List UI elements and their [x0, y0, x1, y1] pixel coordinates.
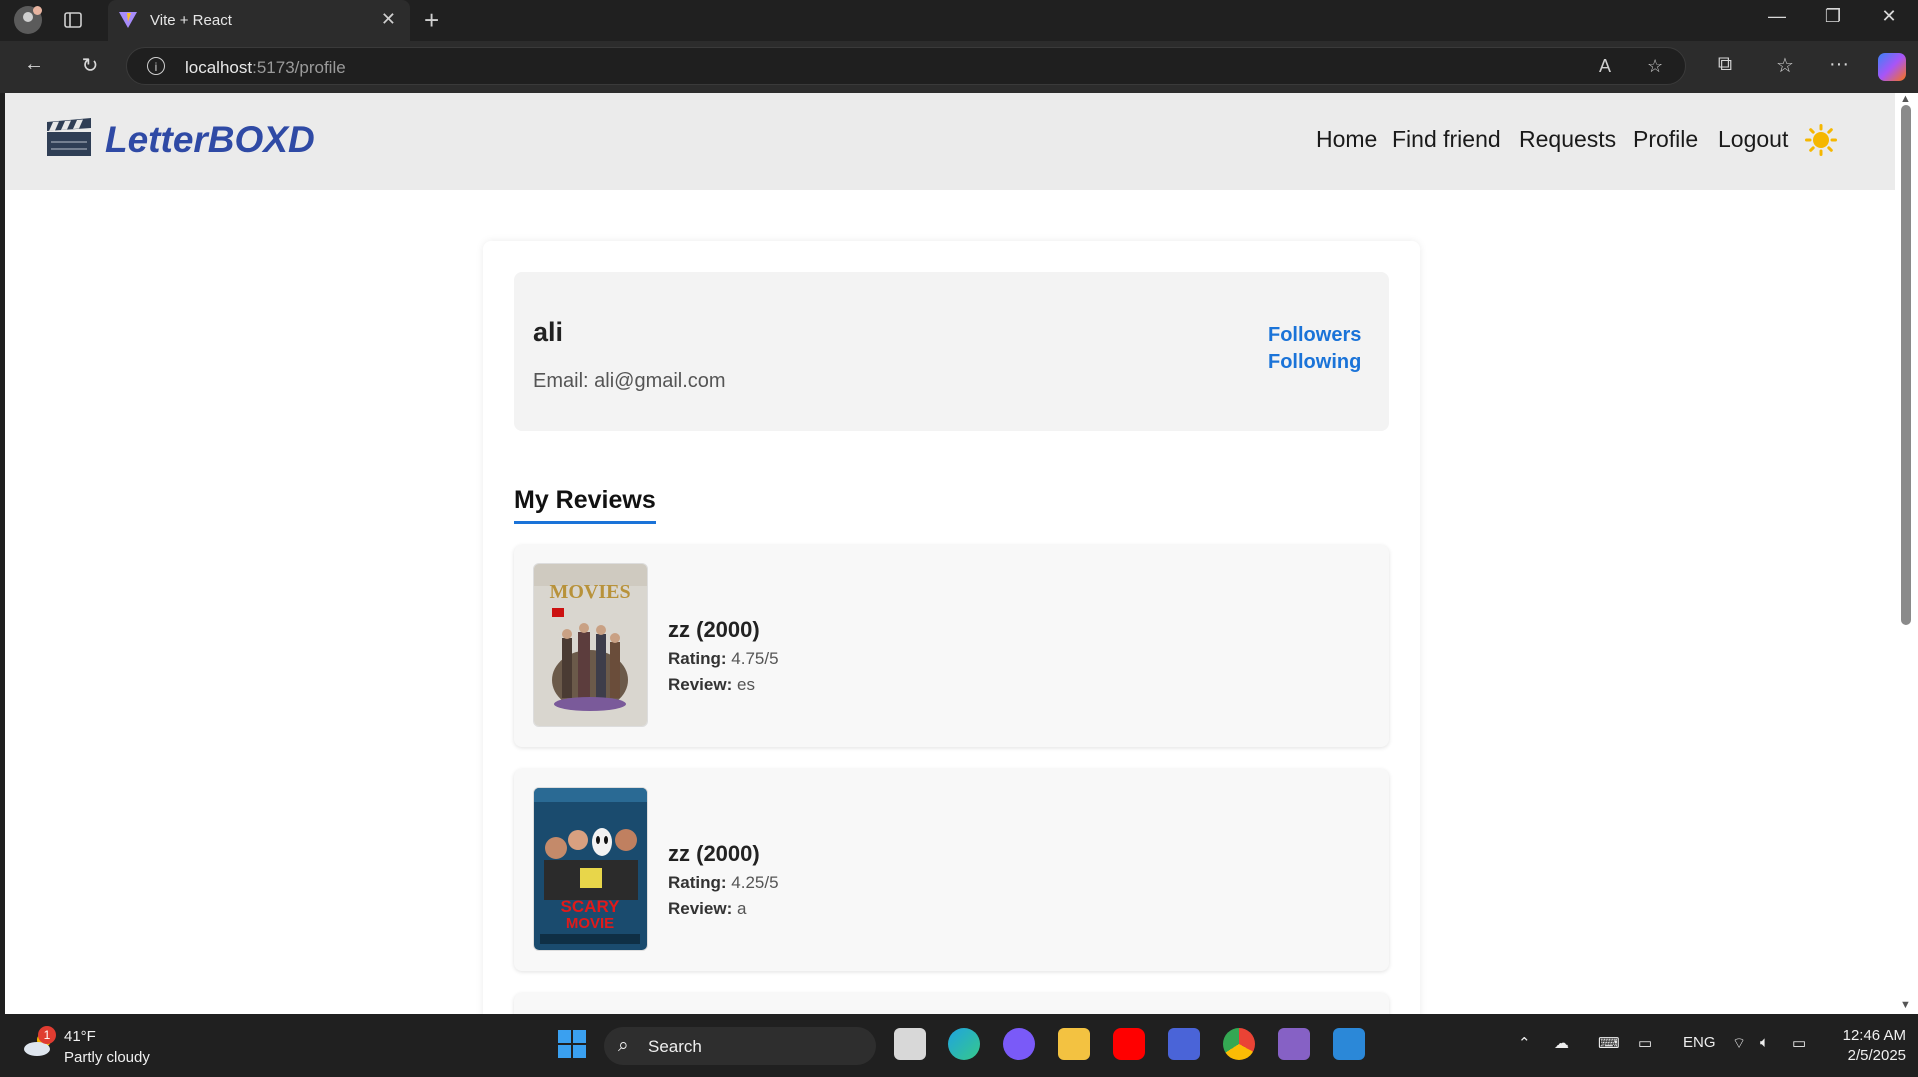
browser-toolbar: ← ↻ i localhost:5173/profile A︎ ☆ ⧉ ☆ ··… — [0, 41, 1918, 93]
scroll-down-icon[interactable]: ▼ — [1900, 999, 1911, 1011]
address-bar[interactable]: i localhost:5173/profile A︎ ☆ — [126, 47, 1686, 85]
svg-text:MOVIE: MOVIE — [566, 915, 614, 932]
review-card[interactable]: MOVIES zz (2000) Rating: 4.75/5 Review: … — [514, 545, 1389, 747]
svg-text:SCARY: SCARY — [561, 897, 621, 916]
weather-alert-badge: 1 — [38, 1026, 56, 1044]
nav-link-find-friend[interactable]: Find friend — [1392, 126, 1501, 153]
windows-start-icon[interactable] — [556, 1028, 588, 1060]
back-icon[interactable]: ← — [21, 53, 47, 76]
brand-logo-text[interactable]: LetterBOXD — [105, 119, 315, 161]
weather-condition[interactable]: Partly cloudy — [64, 1049, 150, 1066]
browser-profile-avatar[interactable] — [14, 6, 42, 34]
nav-link-requests[interactable]: Requests — [1519, 126, 1616, 153]
scrollbar-thumb[interactable] — [1901, 105, 1911, 625]
restore-icon[interactable]: ❐ — [1818, 6, 1848, 27]
github-desktop-icon[interactable] — [1003, 1028, 1035, 1060]
review-card[interactable]: SCARY MOVIE zz (2000) Rating: 4.25/5 Rev… — [514, 769, 1389, 971]
review-rating: Rating: 4.25/5 — [668, 873, 779, 892]
nav-link-profile[interactable]: Profile — [1633, 126, 1698, 153]
tab-close-icon[interactable]: ✕ — [381, 9, 396, 30]
review-text: Review: es — [668, 675, 755, 694]
page-viewport: LetterBOXD Home Find friend Requests Pro… — [5, 93, 1895, 1014]
visual-studio-icon[interactable] — [1278, 1028, 1310, 1060]
extensions-icon[interactable]: ⧉ — [1712, 53, 1738, 76]
close-window-icon[interactable]: ✕ — [1874, 6, 1904, 27]
followers-link[interactable]: Followers — [1268, 324, 1361, 347]
onedrive-error-icon[interactable]: ☁ — [1554, 1034, 1569, 1052]
show-hidden-icons-chevron-icon[interactable]: ⌃ — [1518, 1034, 1531, 1052]
profile-email: Email: ali@gmail.com — [533, 370, 726, 392]
page-scrollbar[interactable]: ▲ ▼ — [1895, 93, 1918, 1014]
refresh-icon[interactable]: ↻ — [77, 53, 103, 78]
nav-link-logout[interactable]: Logout — [1718, 126, 1788, 153]
scary-movie-poster-image: SCARY MOVIE — [533, 787, 648, 951]
my-reviews-heading: My Reviews — [514, 486, 656, 524]
review-text: Review: a — [668, 899, 747, 918]
profile-notification-dot — [33, 6, 42, 15]
taskbar-search-label: Search — [648, 1037, 702, 1056]
battery-icon[interactable]: ▭ — [1792, 1034, 1806, 1052]
theme-toggle-sun-icon[interactable] — [1805, 124, 1837, 156]
task-view-icon[interactable] — [894, 1028, 926, 1060]
clock-date: 2/5/2025 — [1847, 1047, 1906, 1064]
copilot-icon[interactable] — [1878, 53, 1906, 81]
profile-info-box: ali Email: ali@gmail.com Followers Follo… — [514, 272, 1389, 431]
svg-text:MOVIES: MOVIES — [549, 581, 630, 603]
review-movie-title: zz (2000) — [668, 617, 760, 642]
nav-link-home[interactable]: Home — [1316, 126, 1377, 153]
favorites-icon[interactable]: ☆ — [1772, 53, 1798, 78]
weather-temperature[interactable]: 41°F — [64, 1028, 96, 1045]
taskbar-search-box[interactable]: ⌕ Search — [604, 1027, 876, 1065]
following-link[interactable]: Following — [1268, 351, 1361, 374]
analytics-app-icon[interactable] — [1168, 1028, 1200, 1060]
favorite-star-icon[interactable]: ☆ — [1647, 56, 1663, 77]
site-info-icon[interactable]: i — [147, 57, 165, 75]
browser-tab-active[interactable]: Vite + React ✕ — [108, 0, 410, 41]
scroll-up-icon[interactable]: ▲ — [1900, 93, 1911, 105]
clapperboard-logo-icon — [47, 118, 91, 156]
review-card[interactable] — [514, 993, 1389, 1014]
url-text[interactable]: localhost:5173/profile — [185, 58, 346, 78]
tab-actions-icon[interactable] — [62, 9, 84, 31]
chrome-icon[interactable] — [1223, 1028, 1255, 1060]
vite-favicon-icon — [119, 12, 137, 28]
app-header: LetterBOXD Home Find friend Requests Pro… — [5, 93, 1895, 190]
youtube-icon[interactable] — [1113, 1028, 1145, 1060]
read-aloud-icon[interactable]: A︎ — [1599, 56, 1611, 77]
tab-title: Vite + React — [150, 12, 232, 29]
profile-card: ali Email: ali@gmail.com Followers Follo… — [483, 241, 1420, 1014]
display-icon[interactable]: ▭ — [1638, 1034, 1652, 1052]
volume-icon[interactable]: 🔈︎ — [1760, 1034, 1769, 1051]
edge-browser-icon[interactable] — [948, 1028, 980, 1060]
minimize-icon[interactable]: — — [1762, 6, 1792, 27]
vscode-icon[interactable] — [1333, 1028, 1365, 1060]
profile-username: ali — [533, 317, 564, 347]
browser-title-bar: Vite + React ✕ + — ❐ ✕ — [0, 0, 1918, 41]
wifi-icon[interactable]: ⌔ — [1732, 1034, 1746, 1053]
file-explorer-icon[interactable] — [1058, 1028, 1090, 1060]
keyboard-icon[interactable]: ⌨ — [1598, 1034, 1620, 1052]
new-tab-icon[interactable]: + — [424, 5, 439, 36]
taskbar-clock[interactable]: 12:46 AM 2/5/2025 — [1820, 1026, 1906, 1066]
review-movie-title: zz (2000) — [668, 841, 760, 866]
search-icon: ⌕ — [618, 1035, 629, 1056]
windows-taskbar: 1 41°F Partly cloudy ⌕ Search ⌃ ☁ ⌨ ▭ EN… — [0, 1014, 1918, 1077]
language-indicator[interactable]: ENG — [1683, 1034, 1716, 1051]
review-rating: Rating: 4.75/5 — [668, 649, 779, 668]
clock-time: 12:46 AM — [1842, 1027, 1906, 1044]
more-menu-icon[interactable]: ··· — [1826, 53, 1852, 76]
movies-poster-image: MOVIES — [533, 563, 648, 727]
